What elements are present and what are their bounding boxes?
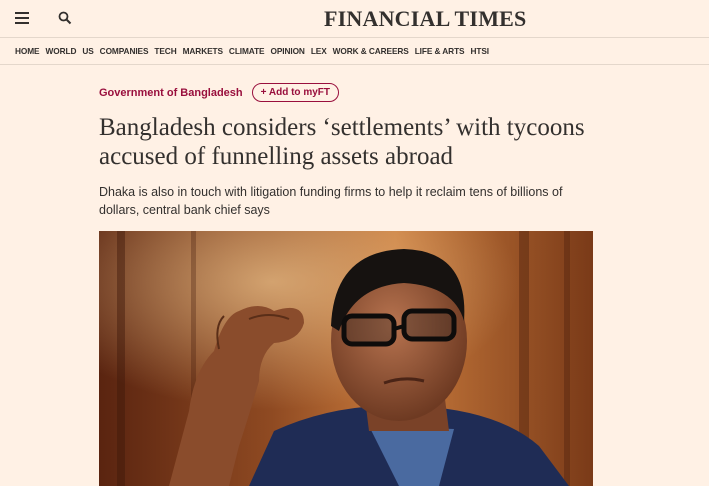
site-header: FINANCIAL TIMES: [0, 0, 709, 38]
nav-item-climate[interactable]: CLIMATE: [229, 46, 265, 56]
search-icon[interactable]: [58, 11, 72, 25]
nav-item-tech[interactable]: TECH: [154, 46, 176, 56]
site-logo[interactable]: FINANCIAL TIMES: [324, 6, 526, 32]
nav-item-markets[interactable]: MARKETS: [183, 46, 223, 56]
nav-item-htsi[interactable]: HTSI: [470, 46, 489, 56]
nav-item-life-arts[interactable]: LIFE & ARTS: [415, 46, 465, 56]
article-headline: Bangladesh considers ‘settlements’ with …: [99, 114, 585, 170]
nav-item-companies[interactable]: COMPANIES: [100, 46, 149, 56]
nav-item-opinion[interactable]: OPINION: [270, 46, 304, 56]
add-to-myft-button[interactable]: + Add to myFT: [251, 83, 339, 102]
article-topic-row: Government of Bangladesh + Add to myFT: [99, 83, 339, 102]
topic-link[interactable]: Government of Bangladesh: [99, 87, 243, 99]
hamburger-menu-icon[interactable]: [15, 12, 29, 24]
article-standfirst: Dhaka is also in touch with litigation f…: [99, 185, 563, 217]
main-navigation: HOME WORLD US COMPANIES TECH MARKETS CLI…: [0, 38, 709, 65]
nav-item-lex[interactable]: LEX: [311, 46, 327, 56]
nav-item-us[interactable]: US: [82, 46, 93, 56]
nav-list: HOME WORLD US COMPANIES TECH MARKETS CLI…: [15, 46, 489, 56]
nav-item-home[interactable]: HOME: [15, 46, 40, 56]
article-hero-image: [99, 231, 593, 486]
nav-item-world[interactable]: WORLD: [46, 46, 77, 56]
nav-item-work-careers[interactable]: WORK & CAREERS: [333, 46, 409, 56]
